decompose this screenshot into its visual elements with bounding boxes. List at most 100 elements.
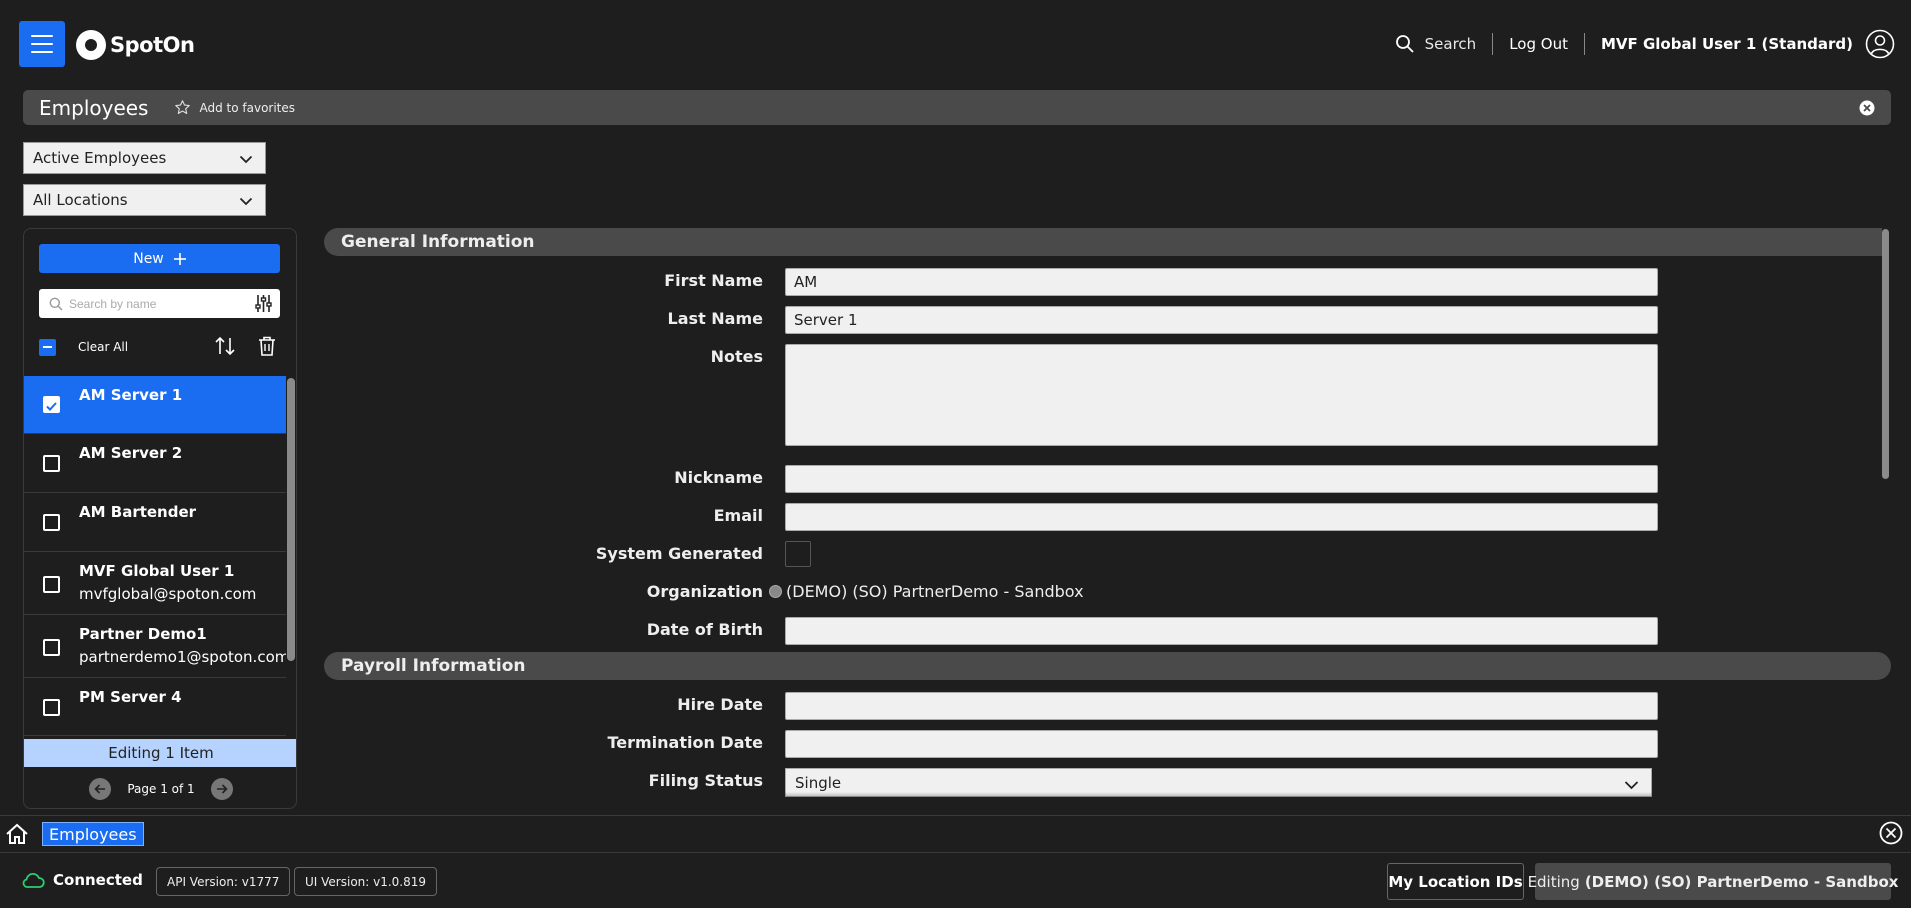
user-avatar-icon[interactable] (1865, 29, 1895, 59)
list-item[interactable]: MVF Global User 1 mvfglobal@spoton.com (24, 552, 286, 615)
clear-all-button[interactable]: Clear All (78, 340, 128, 354)
employee-email: mvfglobal@spoton.com (79, 585, 257, 603)
chevron-down-icon (1624, 781, 1639, 790)
filter-sliders-icon[interactable] (254, 294, 273, 313)
last-name-field[interactable]: Server 1 (785, 306, 1658, 334)
employee-name: Partner Demo1 (79, 625, 207, 643)
next-page-button[interactable] (210, 778, 233, 800)
employee-list-panel: New Clear All AM Server 1 AM Server 2 AM… (23, 228, 297, 809)
editing-count-bar: Editing 1 Item (24, 739, 296, 767)
home-icon[interactable] (5, 823, 29, 845)
row-checkbox[interactable] (43, 576, 60, 593)
editing-organization-button[interactable]: Editing (DEMO) (SO) PartnerDemo - Sandbo… (1528, 863, 1898, 900)
search-by-name-input[interactable] (69, 296, 239, 311)
arrow-left-icon (94, 784, 106, 794)
employee-search (39, 289, 280, 318)
list-item[interactable]: PM Server 4 (24, 678, 286, 736)
row-checkbox[interactable] (43, 396, 60, 413)
menu-button[interactable] (19, 21, 65, 67)
employee-name: AM Server 2 (79, 444, 183, 462)
chevron-down-icon (239, 197, 253, 206)
form-scrollbar[interactable] (1882, 229, 1889, 479)
status-bar: Connected API Version: v1777 UI Version:… (0, 856, 1911, 908)
organization-option[interactable]: (DEMO) (SO) PartnerDemo - Sandbox (769, 582, 1084, 601)
notes-field[interactable] (785, 344, 1658, 446)
employee-name: AM Bartender (79, 503, 197, 521)
page-title-bar: Employees Add to favorites (23, 90, 1891, 125)
email-field[interactable] (785, 503, 1658, 531)
chevron-down-icon (239, 155, 253, 164)
previous-page-button[interactable] (89, 778, 112, 800)
employee-email: partnerdemo1@spoton.com (79, 648, 286, 666)
system-generated-checkbox[interactable] (785, 541, 811, 567)
employee-list: AM Server 1 AM Server 2 AM Bartender MVF… (24, 376, 286, 738)
list-scrollbar[interactable] (287, 378, 295, 661)
hire-date-field[interactable] (785, 692, 1658, 720)
tab-employees[interactable]: Employees (42, 822, 144, 846)
employee-name: MVF Global User 1 (79, 562, 235, 580)
search-icon (1395, 35, 1414, 53)
search-icon (49, 297, 63, 310)
list-item[interactable]: AM Bartender (24, 493, 286, 552)
trash-icon[interactable] (257, 335, 277, 357)
search-button[interactable]: Search (1395, 34, 1477, 54)
cloud-icon (22, 872, 45, 888)
date-of-birth-field[interactable] (785, 617, 1658, 645)
logo-icon (76, 30, 106, 60)
connection-status: Connected (21, 871, 143, 889)
payroll-information-header[interactable]: Payroll Information (324, 652, 1891, 680)
location-select[interactable]: All Locations (23, 184, 266, 216)
check-icon (46, 402, 57, 411)
menu-icon-line (31, 35, 53, 37)
row-checkbox[interactable] (43, 639, 60, 656)
divider (1492, 33, 1494, 55)
filing-status-label: Filing Status (648, 771, 763, 790)
termination-date-field[interactable] (785, 730, 1658, 758)
radio-icon (769, 585, 782, 598)
brand-name: SpotOn (110, 33, 195, 57)
new-button-label: New (133, 250, 164, 267)
bulk-actions-row: Clear All (39, 335, 280, 359)
api-version-badge: API Version: v1777 (156, 867, 291, 896)
close-tab-icon[interactable] (1879, 821, 1903, 845)
employee-status-select[interactable]: Active Employees (23, 142, 266, 174)
row-checkbox[interactable] (43, 455, 60, 472)
termination-date-label: Termination Date (607, 733, 763, 752)
brand-logo[interactable]: SpotOn (76, 30, 195, 60)
header-actions: Search Log Out MVF Global User 1 (Standa… (1395, 26, 1895, 62)
scroll-fade (785, 792, 1658, 810)
select-all-checkbox[interactable] (39, 338, 56, 356)
new-employee-button[interactable]: New (39, 244, 280, 273)
arrow-right-icon (216, 784, 228, 794)
row-checkbox[interactable] (43, 699, 60, 716)
user-name[interactable]: MVF Global User 1 (Standard) (1601, 35, 1853, 53)
first-name-field[interactable]: AM (785, 268, 1658, 296)
page-title: Employees (39, 95, 149, 120)
location-value: All Locations (33, 191, 128, 209)
logout-link[interactable]: Log Out (1509, 35, 1568, 53)
filing-status-value: Single (795, 773, 842, 792)
last-name-label: Last Name (667, 309, 763, 328)
organization-label: Organization (646, 582, 763, 601)
list-item[interactable]: AM Server 1 (24, 376, 286, 434)
employee-status-value: Active Employees (33, 149, 167, 167)
row-checkbox[interactable] (43, 514, 60, 531)
close-page-icon[interactable] (1859, 100, 1875, 116)
notes-label: Notes (710, 347, 763, 366)
editing-organization-name: (DEMO) (SO) PartnerDemo - Sandbox (1584, 872, 1899, 891)
my-location-ids-button[interactable]: My Location IDs (1387, 863, 1524, 900)
hire-date-label: Hire Date (677, 695, 763, 714)
add-to-favorites-label: Add to favorites (199, 100, 296, 115)
add-to-favorites-button[interactable]: Add to favorites (174, 99, 295, 116)
list-item[interactable]: AM Server 2 (24, 434, 286, 493)
sort-icon[interactable] (214, 335, 236, 357)
list-item[interactable]: Partner Demo1 partnerdemo1@spoton.com (24, 615, 286, 678)
search-label: Search (1424, 35, 1477, 53)
nickname-label: Nickname (674, 468, 763, 487)
nickname-field[interactable] (785, 465, 1658, 493)
editing-prefix: Editing (1527, 872, 1580, 891)
pagination: Page 1 of 1 (24, 777, 296, 801)
menu-icon-line (31, 51, 53, 53)
general-information-header[interactable]: General Information (324, 228, 1882, 256)
email-label: Email (713, 506, 763, 525)
